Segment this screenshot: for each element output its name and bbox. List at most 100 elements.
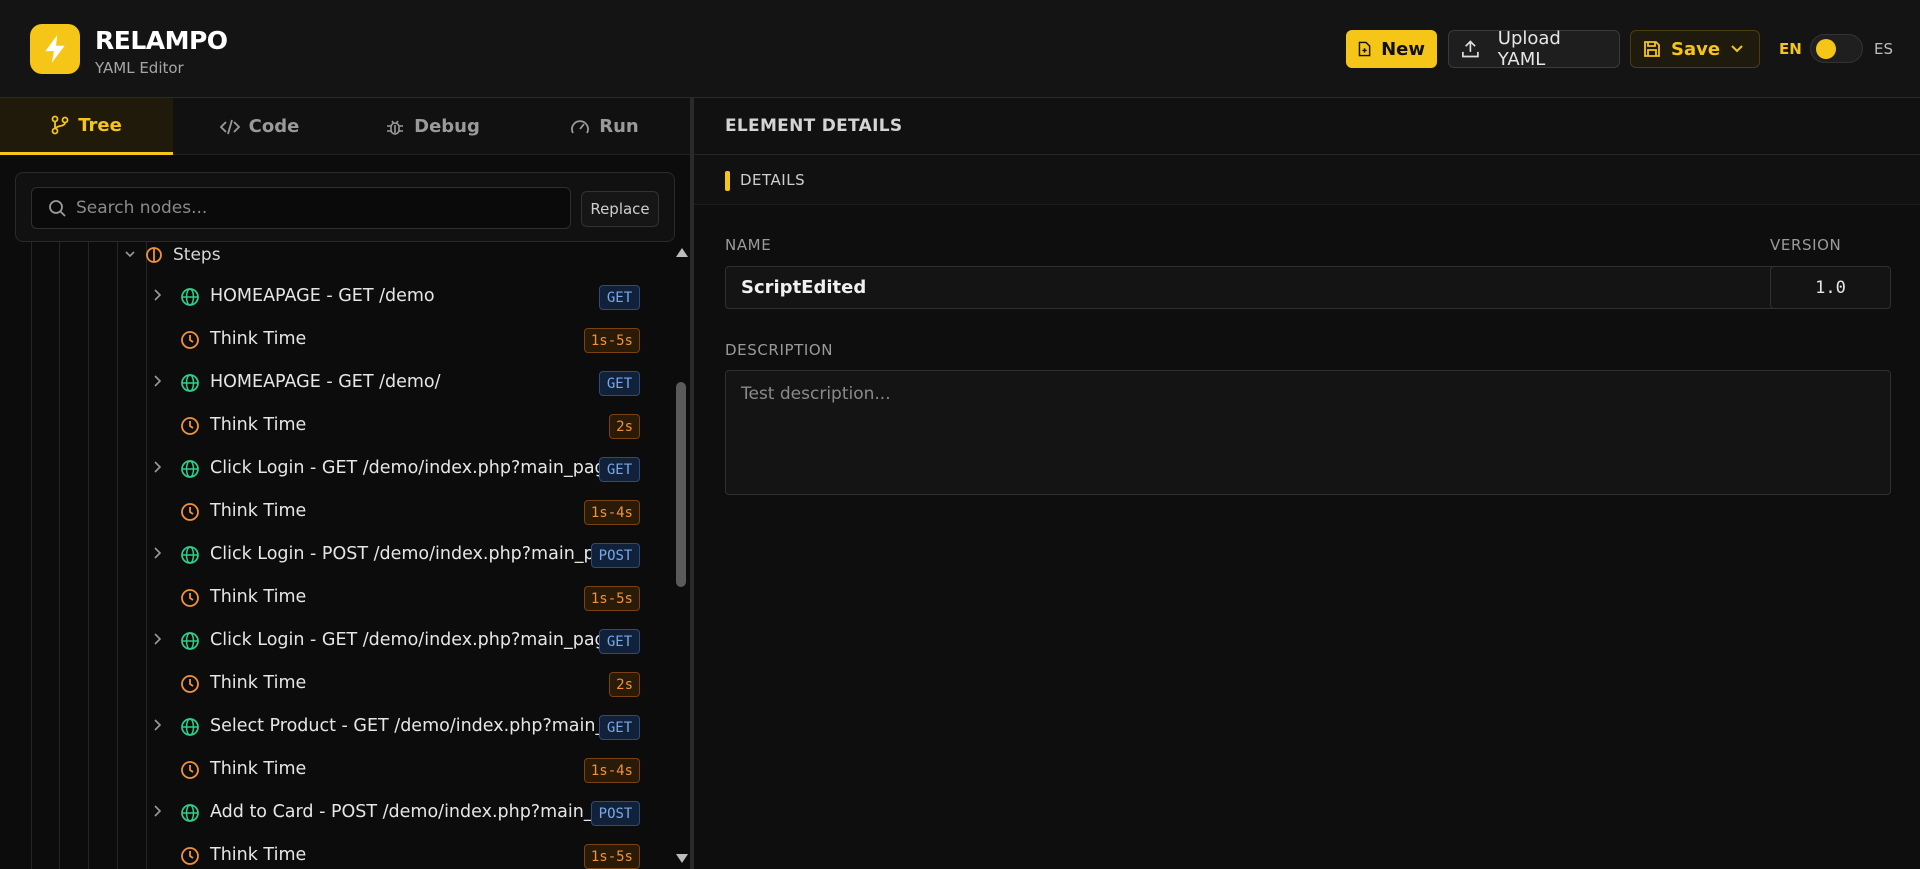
chevron-right-icon[interactable] <box>153 632 163 646</box>
app-header: RELAMPO YAML Editor New Upload YAML Save… <box>0 0 1920 98</box>
upload-icon <box>1462 40 1479 58</box>
toggle-knob <box>1816 39 1836 59</box>
tree-node-request[interactable]: Click Login - GET /demo/index.php?main_p… <box>0 447 672 490</box>
tree-node-think-time[interactable]: Think Time 1s-4s <box>0 490 672 533</box>
tree-node-steps[interactable]: Steps <box>125 242 221 268</box>
tab-bar: Tree Code Debug Run <box>0 98 690 155</box>
section-title: DETAILS <box>740 171 806 189</box>
globe-icon <box>181 460 199 478</box>
clock-icon <box>181 417 199 435</box>
tab-debug[interactable]: Debug <box>346 98 519 155</box>
tree-node-label: Think Time <box>210 415 307 435</box>
method-badge: GET <box>599 715 640 740</box>
upload-button-label: Upload YAML <box>1497 28 1561 70</box>
tree-node-label: Think Time <box>210 845 307 865</box>
search-input[interactable] <box>76 188 556 228</box>
tree-node-label: Think Time <box>210 587 307 607</box>
file-plus-icon <box>1358 41 1371 57</box>
section-accent-bar <box>725 171 730 191</box>
method-badge: GET <box>599 371 640 396</box>
code-icon <box>219 119 240 134</box>
scroll-thumb[interactable] <box>676 382 686 587</box>
scroll-up-arrow-icon[interactable] <box>676 248 688 257</box>
steps-icon <box>146 247 162 263</box>
scroll-down-arrow-icon[interactable] <box>676 854 688 863</box>
element-details-panel: ELEMENT DETAILS DETAILS NAME VERSION DES… <box>694 98 1920 869</box>
language-en-label: EN <box>1779 40 1802 58</box>
method-badge: GET <box>599 457 640 482</box>
tree-node-request[interactable]: Add to Card - POST /demo/index.php?main_… <box>0 791 672 834</box>
search-icon <box>49 200 66 217</box>
tab-debug-label: Debug <box>414 116 480 137</box>
search-bar: Replace <box>15 172 675 242</box>
details-section-header: DETAILS <box>694 155 1920 205</box>
save-button[interactable]: Save <box>1630 30 1760 68</box>
name-field[interactable] <box>725 266 1781 309</box>
version-field[interactable] <box>1770 266 1891 309</box>
think-time-badge: 1s-4s <box>583 758 640 783</box>
save-button-label: Save <box>1671 38 1721 60</box>
git-branch-icon <box>51 115 69 135</box>
chevron-right-icon[interactable] <box>153 288 163 302</box>
think-time-badge: 1s-5s <box>583 844 640 869</box>
tree-node-think-time[interactable]: Think Time 2s <box>0 404 672 447</box>
clock-icon <box>181 761 199 779</box>
chevron-down-icon <box>1731 45 1743 53</box>
description-field[interactable] <box>725 370 1891 495</box>
tree-node-think-time[interactable]: Think Time 1s-5s <box>0 318 672 361</box>
brand-subtitle: YAML Editor <box>95 59 184 77</box>
version-label: VERSION <box>1770 236 1842 254</box>
tree-node-think-time[interactable]: Think Time 1s-4s <box>0 748 672 791</box>
tree-node-think-time[interactable]: Think Time 1s-5s <box>0 834 672 869</box>
tree-node-label: Think Time <box>210 759 307 779</box>
details-header: ELEMENT DETAILS <box>694 98 1920 155</box>
chevron-right-icon[interactable] <box>153 546 163 560</box>
tree-node-think-time[interactable]: Think Time 1s-5s <box>0 576 672 619</box>
tab-tree[interactable]: Tree <box>0 98 173 155</box>
tree-node-label: HOMEAPAGE - GET /demo/ <box>210 372 441 392</box>
think-time-badge: 2s <box>609 672 640 697</box>
tree-node-label: Click Login - GET /demo/index.php?main_p… <box>210 458 634 478</box>
clock-icon <box>181 589 199 607</box>
tab-tree-label: Tree <box>78 114 122 136</box>
language-toggle[interactable] <box>1810 34 1863 63</box>
think-time-badge: 1s-5s <box>583 328 640 353</box>
replace-button[interactable]: Replace <box>581 191 659 227</box>
tree-node-request[interactable]: Click Login - POST /demo/index.php?main_… <box>0 533 672 576</box>
name-label: NAME <box>725 236 772 254</box>
clock-icon <box>181 675 199 693</box>
chevron-down-icon <box>125 251 135 258</box>
tab-run[interactable]: Run <box>519 98 690 155</box>
tree-node-request[interactable]: HOMEAPAGE - GET /demo/GET <box>0 361 672 404</box>
lightning-logo-icon <box>30 24 80 74</box>
think-time-badge: 1s-5s <box>583 586 640 611</box>
chevron-right-icon[interactable] <box>153 460 163 474</box>
chevron-right-icon[interactable] <box>153 804 163 818</box>
clock-icon <box>181 503 199 521</box>
new-button-label: New <box>1381 38 1425 60</box>
save-icon <box>1644 41 1660 57</box>
description-label: DESCRIPTION <box>725 341 834 359</box>
tree-node-label: Think Time <box>210 501 307 521</box>
tree-scrollbar[interactable] <box>672 242 690 869</box>
globe-icon <box>181 804 199 822</box>
upload-yaml-button[interactable]: Upload YAML <box>1448 28 1620 70</box>
new-button[interactable]: New <box>1346 30 1437 68</box>
tree-node-label: Think Time <box>210 673 307 693</box>
tree-node-think-time[interactable]: Think Time 2s <box>0 662 672 705</box>
method-badge: POST <box>591 543 640 568</box>
chevron-right-icon[interactable] <box>153 718 163 732</box>
tree-node-request[interactable]: Select Product - GET /demo/index.php?mai… <box>0 705 672 748</box>
globe-icon <box>181 288 199 306</box>
method-badge: POST <box>591 801 640 826</box>
tree-node-request[interactable]: HOMEAPAGE - GET /demo GET <box>0 275 672 318</box>
chevron-right-icon[interactable] <box>153 374 163 388</box>
tab-code[interactable]: Code <box>173 98 346 155</box>
globe-icon <box>181 632 199 650</box>
panel-title: ELEMENT DETAILS <box>725 116 903 136</box>
clock-icon <box>181 331 199 349</box>
brand-name: RELAMPO <box>95 26 228 55</box>
search-box <box>31 187 571 229</box>
steps-label: Steps <box>173 245 221 265</box>
tree-node-request[interactable]: Click Login - GET /demo/index.php?main_p… <box>0 619 672 662</box>
